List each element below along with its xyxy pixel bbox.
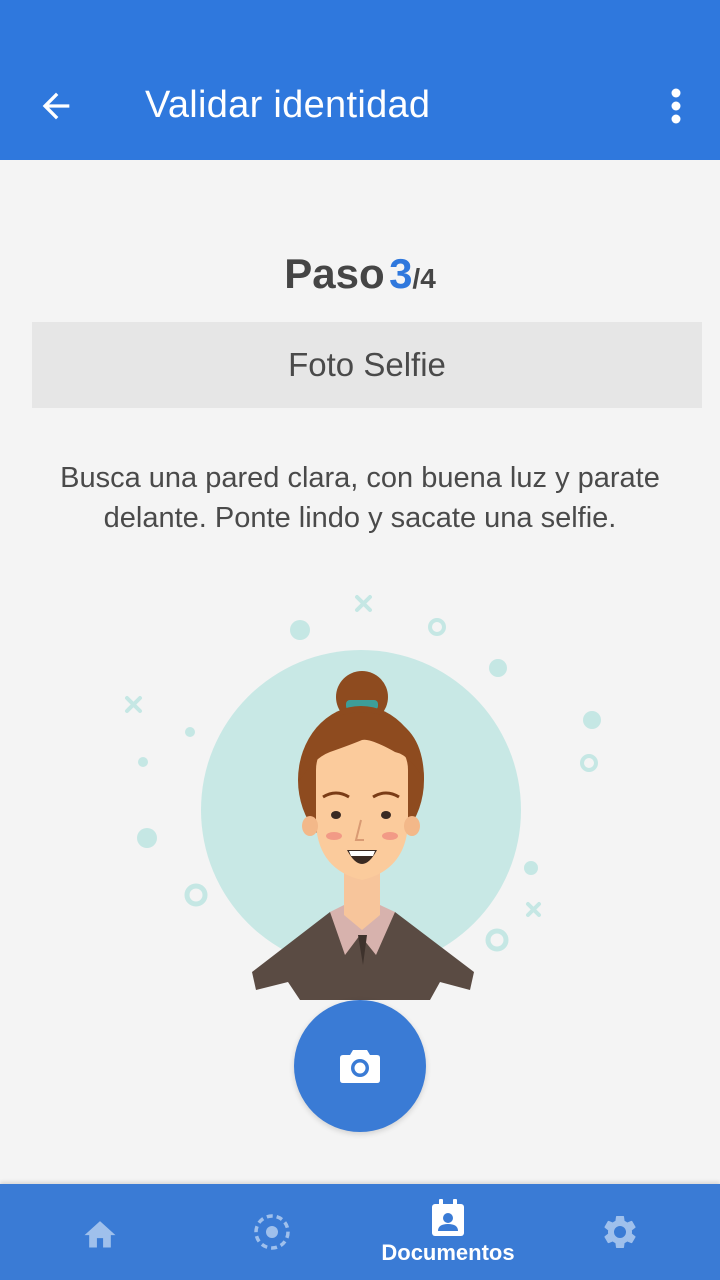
step-indicator: Paso 3/4	[0, 250, 720, 298]
back-button[interactable]	[30, 80, 82, 132]
documents-icon	[432, 1199, 464, 1236]
selfie-illustration	[125, 595, 601, 1000]
camera-icon	[340, 1050, 380, 1083]
take-selfie-button[interactable]	[294, 1000, 426, 1132]
section-title-bar: Foto Selfie	[32, 322, 702, 408]
instructions-text: Busca una pared clara, con buena luz y p…	[60, 462, 660, 534]
nav-item-home[interactable]	[10, 1184, 190, 1280]
page-title: Validar identidad	[145, 84, 431, 126]
section-title: Foto Selfie	[288, 346, 446, 383]
arrow-back-icon	[42, 92, 70, 120]
nav-item-settings[interactable]	[530, 1184, 710, 1280]
home-icon	[84, 1221, 116, 1248]
nav-item-documents-label: Documentos	[381, 1240, 515, 1265]
more-vert-icon	[671, 88, 681, 124]
step-total: 4	[420, 263, 436, 294]
step-current: 3	[389, 250, 413, 297]
nav-item-documents[interactable]: Documentos	[358, 1184, 538, 1280]
app-bar: Validar identidad	[0, 0, 720, 160]
step-label: Paso	[284, 250, 385, 297]
overflow-menu-button[interactable]	[654, 80, 698, 132]
nav-item-scan[interactable]	[182, 1184, 362, 1280]
gear-icon	[604, 1216, 636, 1248]
bottom-navigation: Documentos	[0, 1184, 720, 1280]
scan-icon	[254, 1214, 290, 1250]
